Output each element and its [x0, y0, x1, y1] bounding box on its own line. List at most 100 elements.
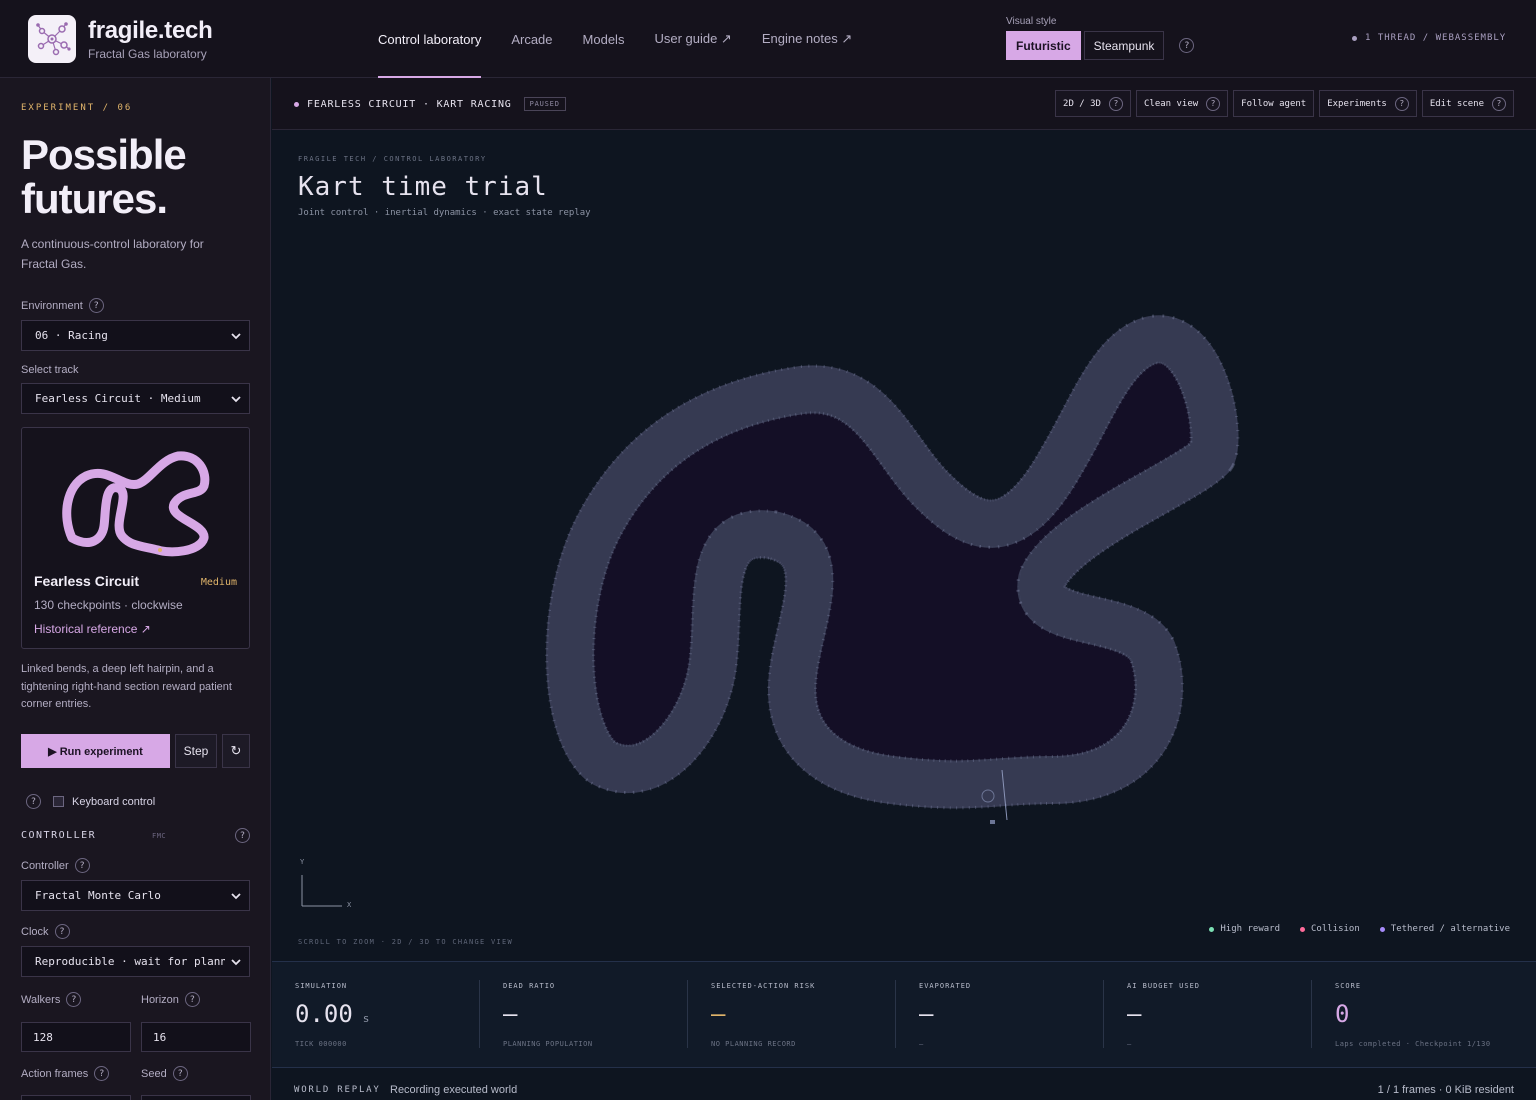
status-badge: PAUSED	[523, 97, 566, 111]
help-icon[interactable]: ?	[1206, 96, 1221, 111]
help-icon[interactable]: ?	[184, 992, 200, 1007]
step-button[interactable]: Step	[175, 734, 217, 768]
track-card[interactable]: Fearless Circuit Medium 130 checkpoints …	[21, 427, 250, 649]
help-icon[interactable]: ?	[54, 924, 70, 939]
nav-control-laboratory[interactable]: Control laboratory	[378, 0, 482, 78]
dot-icon	[1379, 926, 1385, 932]
clean-view-button[interactable]: Clean view?	[1135, 90, 1229, 117]
seed-input[interactable]	[141, 1095, 251, 1100]
stat-unit: s	[362, 1012, 370, 1025]
track-thumbnail	[62, 451, 210, 557]
logo-icon	[28, 15, 76, 63]
nav-arcade[interactable]: Arcade	[511, 0, 552, 78]
world-replay-frames: 1 / 1 frames · 0 KiB resident	[1377, 1084, 1514, 1096]
stat-key: SIMULATION	[295, 982, 348, 990]
walkers-input[interactable]: 128	[21, 1022, 131, 1052]
stat-sub: Laps completed · Checkpoint 1/130	[1335, 1040, 1491, 1048]
headline-line-1: Possible	[21, 131, 187, 178]
help-icon[interactable]: ?	[66, 992, 82, 1007]
environment-label-text: Environment	[21, 299, 83, 312]
chevron-down-icon	[231, 959, 241, 966]
help-icon[interactable]: ?	[235, 828, 250, 843]
help-icon[interactable]: ?	[88, 298, 104, 313]
dot-icon	[1209, 926, 1215, 932]
experiment-title: FEARLESS CIRCUIT · KART RACING PAUSED	[294, 97, 566, 111]
help-icon[interactable]: ?	[1108, 96, 1123, 111]
stat-key: DEAD RATIO	[503, 982, 556, 990]
simulation-canvas[interactable]: FRAGILE TECH / CONTROL LABORATORY Kart t…	[272, 130, 1536, 960]
environment-select-value: 06 · Racing	[35, 329, 108, 342]
visual-style-switch: Visual style Futuristic Steampunk ?	[1006, 16, 1195, 60]
help-icon[interactable]: ?	[1179, 38, 1195, 53]
track-difficulty-badge: Medium	[200, 577, 237, 588]
follow-agent-button[interactable]: Follow agent	[1233, 90, 1315, 117]
controller-label: Controller ?	[21, 858, 90, 873]
clock-label-text: Clock	[21, 925, 49, 938]
stat-evaporated: EVAPORATED — —	[896, 962, 1104, 1068]
controller-section-heading: CONTROLLER	[21, 830, 97, 841]
help-icon[interactable]: ?	[1394, 96, 1409, 111]
nav-engine-notes[interactable]: Engine notes ↗	[762, 0, 852, 78]
status-dot-icon	[1352, 35, 1357, 41]
help-icon[interactable]: ?	[94, 1066, 110, 1081]
environment-label: Environment ?	[21, 298, 104, 313]
seed-label: Seed ?	[141, 1066, 188, 1081]
world-replay-label: WORLD REPLAY	[294, 1085, 381, 1095]
legend-item-tethered: Tethered / alternative	[1379, 924, 1510, 934]
main-nav: Control laboratory Arcade Models User gu…	[378, 0, 882, 78]
reset-icon[interactable]: ↻	[222, 734, 250, 768]
stat-value: —	[919, 1000, 934, 1028]
nav-user-guide[interactable]: User guide ↗	[654, 0, 731, 78]
legend: High reward Collision Tethered / alterna…	[1189, 924, 1510, 934]
controller-tag: FMC	[152, 832, 167, 840]
help-icon[interactable]: ?	[1492, 96, 1506, 111]
brand[interactable]: fragile.tech Fractal Gas laboratory	[28, 15, 213, 63]
brand-subtitle: Fractal Gas laboratory	[88, 47, 207, 61]
edit-scene-button[interactable]: Edit scene?	[1421, 90, 1514, 117]
track-label-text: Select track	[21, 364, 79, 376]
stat-dead-ratio: DEAD RATIO — PLANNING POPULATION	[480, 962, 688, 1068]
help-icon[interactable]: ?	[172, 1066, 188, 1081]
race-track	[301, 314, 1240, 907]
stat-key: SELECTED-ACTION RISK	[711, 982, 816, 990]
clock-select[interactable]: Reproducible · wait for plann	[21, 946, 250, 977]
legend-item-high-reward: High reward	[1209, 924, 1280, 934]
experiments-label: Experiments	[1327, 98, 1387, 109]
controller-select[interactable]: Fractal Monte Carlo	[21, 880, 250, 911]
thread-status-text: 1 THREAD / WEBASSEMBLY	[1365, 33, 1507, 43]
horizon-input[interactable]: 16	[141, 1022, 251, 1052]
nav-models[interactable]: Models	[583, 0, 625, 78]
top-bar: fragile.tech Fractal Gas laboratory Cont…	[0, 0, 1536, 78]
environment-select[interactable]: 06 · Racing	[21, 320, 250, 351]
toggle-2d-3d-label: 2D / 3D	[1063, 98, 1101, 109]
edit-scene-label: Edit scene	[1429, 98, 1484, 109]
action-frames-label-text: Action frames	[21, 1067, 89, 1080]
help-icon[interactable]: ?	[26, 794, 41, 809]
keyboard-control-row: ? Keyboard control	[26, 794, 155, 809]
view-hint: SCROLL TO ZOOM · 2D / 3D TO CHANGE VIEW	[298, 938, 514, 946]
toggle-2d-3d-button[interactable]: 2D / 3D?	[1055, 90, 1131, 117]
style-futuristic-button[interactable]: Futuristic	[1006, 31, 1081, 60]
stat-sub: TICK 000000	[295, 1040, 347, 1048]
stat-value: 0.00 s	[295, 1000, 369, 1028]
experiments-button[interactable]: Experiments?	[1319, 90, 1417, 117]
clean-view-label: Clean view	[1143, 98, 1199, 109]
run-experiment-button[interactable]: ▶ Run experiment	[21, 734, 170, 768]
track-select[interactable]: Fearless Circuit · Medium	[21, 383, 250, 414]
help-icon[interactable]: ?	[74, 858, 90, 873]
visual-style-label: Visual style	[1006, 16, 1057, 27]
stat-value: —	[1127, 1000, 1142, 1028]
clock-label: Clock ?	[21, 924, 70, 939]
experiment-eyebrow: EXPERIMENT / 06	[21, 103, 133, 113]
legend-item-collision: Collision	[1300, 924, 1360, 934]
keyboard-control-label: Keyboard control	[72, 795, 156, 808]
action-frames-input[interactable]	[21, 1095, 131, 1100]
stat-sub: —	[1127, 1040, 1132, 1048]
clock-select-value: Reproducible · wait for plann	[35, 955, 225, 968]
chevron-down-icon	[231, 333, 241, 340]
historical-reference-link[interactable]: Historical reference ↗	[34, 622, 151, 636]
style-steampunk-button[interactable]: Steampunk	[1083, 31, 1165, 60]
stat-key: EVAPORATED	[919, 982, 972, 990]
walkers-label-text: Walkers	[21, 993, 61, 1006]
keyboard-control-checkbox[interactable]	[53, 796, 64, 807]
